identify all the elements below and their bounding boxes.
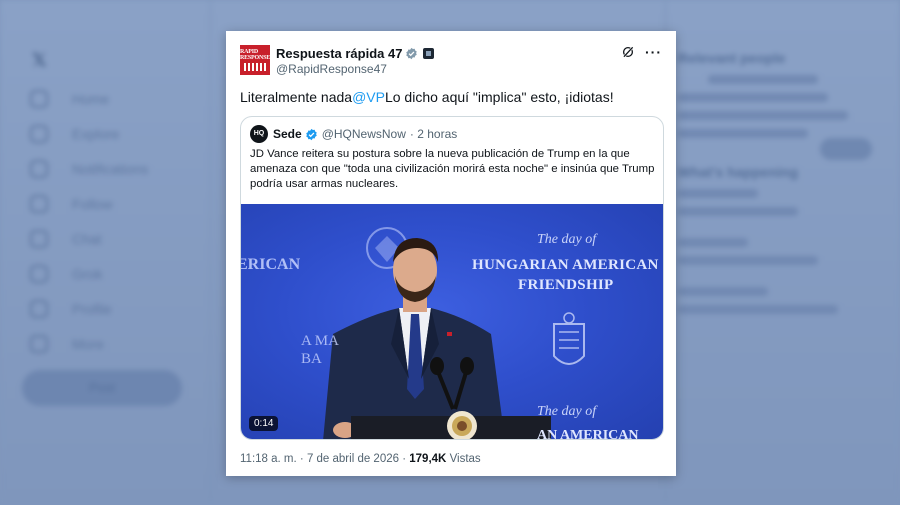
meta-separator: ·	[299, 453, 304, 465]
avatar-logo-text: RAPID RESPONSE	[240, 49, 270, 61]
placeholder-line	[678, 129, 808, 138]
verified-badge-icon	[305, 128, 317, 140]
placeholder-line	[678, 93, 828, 102]
meta-separator: ·	[402, 453, 407, 465]
sidebar-item-label: Chat	[72, 230, 102, 247]
post-button: Post	[22, 370, 182, 406]
verified-badge-icon	[406, 47, 418, 59]
relevant-people-heading: Relevant people	[678, 50, 786, 66]
sidebar-item-grok: Grok	[20, 256, 210, 291]
background-sidebar: 𝕏 Home Explore Notifications Follow Chat…	[20, 50, 210, 361]
quoted-tweet-header: HQ Sede @HQNewsNow · 2 horas	[250, 125, 457, 143]
affiliate-badge-icon	[423, 47, 435, 59]
sidebar-item-label: Home	[72, 90, 110, 107]
quoted-author-avatar[interactable]: HQ	[250, 125, 268, 143]
tweet-text-part: Lo dicho aquí "implica" esto, ¡idiotas!	[384, 89, 614, 105]
follow-button	[820, 138, 872, 160]
avatar-logo-stripes	[244, 63, 266, 71]
sidebar-item-label: Explore	[72, 125, 120, 142]
backdrop-title-line1: HUNGARIAN AMERICAN	[472, 257, 659, 273]
tweet-meta: 11:18 a. m. · 7 de abril de 2026 · 179,4…	[240, 453, 481, 465]
quoted-tweet-text: JD Vance reitera su postura sobre la nue…	[250, 148, 655, 190]
tweet-author: Respuesta rápida 47 @RapidResponse47	[276, 45, 435, 76]
video-player[interactable]: ERICAN A MA BA The day of HUNGARIAN AMER…	[241, 204, 663, 440]
placeholder-line	[678, 238, 748, 247]
tweet-text: Literalmente nada@VPLo dicho aquí "impli…	[240, 89, 614, 105]
video-frame	[323, 227, 585, 439]
backdrop-text-left-lower: A MA BA	[301, 333, 339, 367]
video-duration-badge: 0:14	[249, 416, 279, 431]
author-avatar[interactable]: RAPID RESPONSE	[240, 45, 270, 75]
quoted-author-handle[interactable]: @HQNewsNow	[322, 127, 406, 141]
chat-icon	[30, 229, 48, 248]
author-handle[interactable]: @RapidResponse47	[276, 62, 434, 76]
sidebar-item-notifications: Notifications	[20, 151, 210, 186]
sidebar-item-label: Follow	[72, 195, 113, 212]
author-name[interactable]: Respuesta rápida 47	[276, 46, 402, 61]
mention-link[interactable]: @VP	[352, 89, 385, 105]
views-label: Vistas	[449, 453, 481, 465]
sidebar-item-home: Home	[20, 81, 210, 116]
bell-icon	[30, 159, 48, 178]
sidebar-item-label: Profile	[72, 300, 112, 317]
placeholder-line	[708, 75, 818, 84]
grok-icon[interactable]	[621, 45, 635, 59]
backdrop-title-line2: FRIENDSHIP	[518, 277, 614, 293]
backdrop-script-text: The day of	[537, 232, 597, 247]
backdrop-script-text-lower: The day of	[537, 404, 597, 419]
sidebar-item-label: Notifications	[72, 160, 149, 177]
home-icon	[30, 89, 48, 108]
sidebar-item-chat: Chat	[20, 221, 210, 256]
placeholder-line	[678, 207, 798, 216]
person-plus-icon	[30, 194, 48, 213]
background-right-column: Relevant people What's happening	[668, 40, 888, 323]
placeholder-line	[678, 189, 758, 198]
quoted-tweet-age: · 2 horas	[409, 127, 458, 141]
tweet-text-part: Literalmente nada	[240, 89, 353, 105]
sidebar-item-explore: Explore	[20, 116, 210, 151]
x-logo-icon: 𝕏	[32, 50, 47, 70]
sidebar-item-profile: Profile	[20, 291, 210, 326]
more-options-icon[interactable]: ···	[645, 45, 662, 59]
tweet-date[interactable]: 7 de abril de 2026	[307, 453, 399, 465]
placeholder-line	[678, 111, 848, 120]
sidebar-item-label: Grok	[72, 265, 103, 282]
hungarian-crest-icon	[553, 312, 585, 365]
tweet-actions-top: ···	[621, 45, 662, 59]
quoted-tweet[interactable]: HQ Sede @HQNewsNow · 2 horas JD Vance re…	[240, 116, 664, 440]
tweet-time[interactable]: 11:18 a. m.	[240, 453, 297, 465]
more-circle-icon	[30, 334, 48, 353]
views-count: 179,4K	[409, 453, 447, 465]
backdrop-bottom-text: AN AMERICAN	[537, 428, 639, 440]
backdrop-text-left: ERICAN	[241, 256, 301, 273]
search-icon	[30, 124, 48, 143]
sidebar-item-follow: Follow	[20, 186, 210, 221]
quoted-author-name[interactable]: Sede	[273, 127, 302, 141]
placeholder-line	[678, 287, 768, 296]
placeholder-line	[678, 305, 838, 314]
background-divider	[210, 0, 211, 505]
whats-happening-heading: What's happening	[678, 164, 798, 180]
profile-icon	[30, 299, 48, 318]
sidebar-item-label: More	[72, 335, 104, 352]
placeholder-line	[678, 256, 818, 265]
sidebar-item-more: More	[20, 326, 210, 361]
grok-icon	[30, 264, 48, 283]
tweet-card[interactable]: RAPID RESPONSE Respuesta rápida 47 @Rapi…	[226, 31, 676, 476]
